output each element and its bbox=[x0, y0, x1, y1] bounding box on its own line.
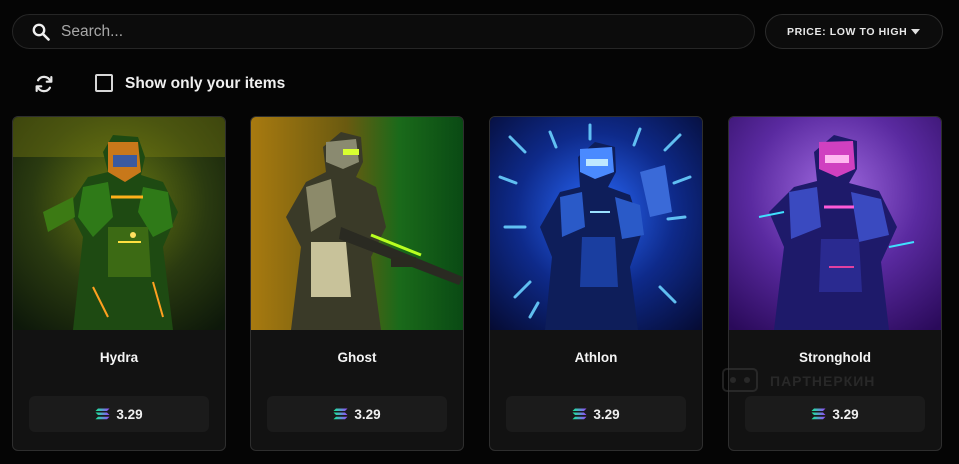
item-name: Ghost bbox=[337, 350, 377, 365]
show-only-your-items-checkbox[interactable] bbox=[95, 74, 113, 92]
sort-dropdown[interactable]: PRICE: LOW TO HIGH bbox=[765, 14, 943, 49]
watermark-logo-icon bbox=[722, 368, 758, 392]
stronghold-artwork bbox=[729, 117, 941, 330]
hydra-artwork bbox=[13, 117, 225, 330]
athlon-artwork bbox=[490, 117, 702, 330]
watermark: ПАРТНЕРКИН bbox=[722, 366, 942, 396]
nft-card-stronghold[interactable]: Stronghold 3.29 bbox=[728, 116, 942, 451]
solana-icon bbox=[811, 408, 826, 420]
price-box: 3.29 bbox=[506, 396, 686, 432]
solana-icon bbox=[333, 408, 348, 420]
item-name: Athlon bbox=[574, 350, 618, 365]
watermark-text: ПАРТНЕРКИН bbox=[770, 373, 876, 389]
item-name: Hydra bbox=[99, 350, 139, 365]
refresh-icon[interactable] bbox=[33, 73, 55, 95]
price-box: 3.29 bbox=[267, 396, 447, 432]
caret-down-icon bbox=[911, 29, 920, 35]
search-input[interactable] bbox=[61, 15, 741, 48]
solana-icon bbox=[572, 408, 587, 420]
search-icon bbox=[32, 23, 50, 41]
item-price: 3.29 bbox=[593, 406, 620, 422]
nft-card-ghost[interactable]: Ghost 3.29 bbox=[250, 116, 464, 451]
price-box: 3.29 bbox=[29, 396, 209, 432]
item-price: 3.29 bbox=[354, 406, 381, 422]
solana-icon bbox=[95, 408, 110, 420]
price-box: 3.29 bbox=[745, 396, 925, 432]
search-bar[interactable] bbox=[12, 14, 755, 49]
nft-card-athlon[interactable]: Athlon 3.29 bbox=[489, 116, 703, 451]
item-price: 3.29 bbox=[116, 406, 143, 422]
item-name: Stronghold bbox=[799, 350, 871, 365]
ghost-artwork bbox=[251, 117, 463, 330]
nft-card-hydra[interactable]: Hydra 3.29 bbox=[12, 116, 226, 451]
item-price: 3.29 bbox=[832, 406, 859, 422]
sort-label: PRICE: LOW TO HIGH bbox=[787, 26, 908, 38]
show-only-your-items-label: Show only your items bbox=[125, 75, 286, 92]
